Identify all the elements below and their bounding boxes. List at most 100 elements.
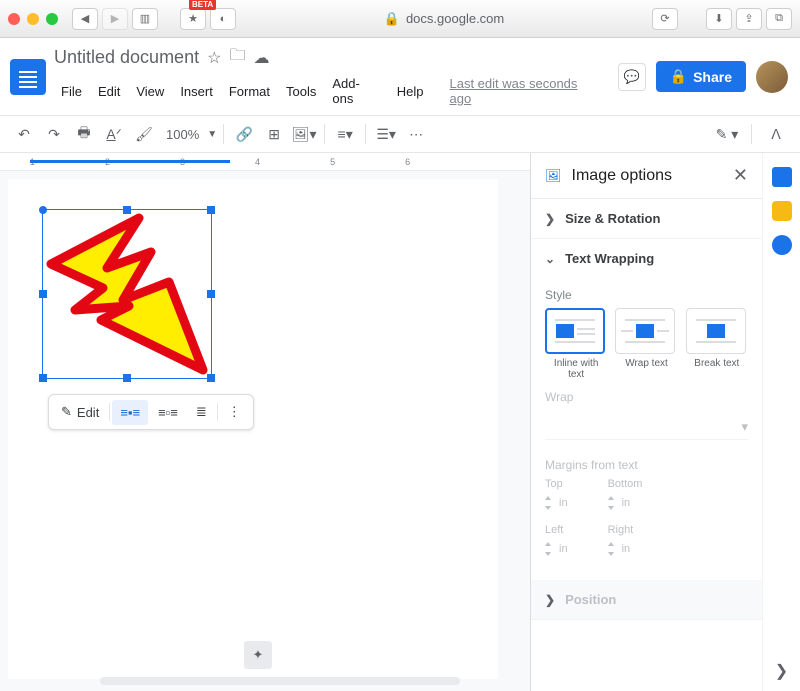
text-wrapping-section[interactable]: ⌄Text Wrapping <box>531 239 762 278</box>
selected-image[interactable] <box>42 209 212 379</box>
style-inline-option[interactable]: Inline with text <box>545 308 607 380</box>
horizontal-ruler[interactable]: 1 2 3 4 5 6 <box>0 153 530 171</box>
lightning-bolt-icon <box>43 210 213 380</box>
star-icon[interactable]: ☆ <box>207 48 221 68</box>
margin-left-label: Left <box>545 524 568 536</box>
lock-icon: 🔒 <box>384 11 400 27</box>
calendar-addon-icon[interactable] <box>772 167 792 187</box>
margin-top-label: Top <box>545 478 568 490</box>
menu-help[interactable]: Help <box>390 81 431 102</box>
redo-button[interactable]: ↷ <box>40 121 68 147</box>
wrap-dropdown: ▾ <box>545 410 748 440</box>
resize-handle[interactable] <box>207 290 215 298</box>
back-button[interactable]: ◀ <box>72 8 98 30</box>
tasks-addon-icon[interactable] <box>772 235 792 255</box>
margin-left-input: in <box>545 542 568 556</box>
account-avatar[interactable] <box>756 61 788 93</box>
menu-view[interactable]: View <box>129 81 171 102</box>
tabs-button[interactable]: ⧉ <box>766 8 792 30</box>
hide-menus-button[interactable]: ᐱ <box>762 121 790 147</box>
sidebar-toggle-button[interactable]: ▥ <box>132 8 158 30</box>
margin-right-label: Right <box>608 524 634 536</box>
menu-tools[interactable]: Tools <box>279 81 323 102</box>
browser-chrome: ◀ ▶ ▥ ★BETA ◐ 🔒 docs.google.com ⟳ ⬇ ⇪ ⧉ <box>0 0 800 38</box>
edit-image-button[interactable]: ✎Edit <box>53 399 107 425</box>
margin-right-input: in <box>608 542 634 556</box>
maximize-window-icon[interactable] <box>46 13 58 25</box>
inline-wrap-button[interactable]: ≡▪≡ <box>112 400 148 425</box>
extension-button[interactable]: ★BETA <box>180 8 206 30</box>
margin-bottom-input: in <box>608 496 643 510</box>
more-button[interactable]: ⋯ <box>402 121 430 147</box>
comments-button[interactable]: 💬 <box>618 63 646 91</box>
size-rotation-section[interactable]: ❯Size & Rotation <box>531 199 762 239</box>
style-label: Style <box>545 288 748 302</box>
horizontal-scrollbar[interactable] <box>100 677 460 685</box>
docs-header: Untitled document ☆ 🗀 ☁ File Edit View I… <box>0 38 800 109</box>
share-label: Share <box>693 69 732 85</box>
resize-handle[interactable] <box>123 374 131 382</box>
move-icon[interactable]: 🗀 <box>229 44 245 71</box>
main-area: 1 2 3 4 5 6 ✎Edit <box>0 153 800 691</box>
style-wrap-option[interactable]: Wrap text <box>615 308 677 380</box>
resize-handle[interactable] <box>123 206 131 214</box>
resize-handle[interactable] <box>39 206 47 214</box>
margin-top-input: in <box>545 496 568 510</box>
keep-addon-icon[interactable] <box>772 201 792 221</box>
line-spacing-button[interactable]: ☰▾ <box>372 121 400 147</box>
reader-button[interactable]: ◐ <box>210 8 236 30</box>
menu-insert[interactable]: Insert <box>173 81 220 102</box>
paint-format-button[interactable]: 🖌 <box>130 121 158 147</box>
pencil-icon: ✎ <box>61 404 72 420</box>
last-edit-link[interactable]: Last edit was seconds ago <box>443 73 610 109</box>
align-button[interactable]: ≡▾ <box>331 121 359 147</box>
comment-add-button[interactable]: ⊞ <box>260 121 288 147</box>
document-pane[interactable]: 1 2 3 4 5 6 ✎Edit <box>0 153 530 691</box>
toolbar: ↶ ↷ 🖶 Aᐟ 🖌 100%▼ 🔗 ⊞ 🖼▾ ≡▾ ☰▾ ⋯ ✎ ▾ ᐱ <box>0 115 800 153</box>
menu-format[interactable]: Format <box>222 81 277 102</box>
resize-handle[interactable] <box>207 374 215 382</box>
address-bar[interactable]: 🔒 docs.google.com <box>248 11 640 27</box>
position-section: ❯Position <box>531 580 762 620</box>
url-text: docs.google.com <box>406 11 504 26</box>
style-break-option[interactable]: Break text <box>686 308 748 380</box>
docs-logo-icon[interactable] <box>10 59 46 95</box>
image-options-sidebar: 🖼 Image options ✕ ❯Size & Rotation ⌄Text… <box>530 153 762 691</box>
resize-handle[interactable] <box>39 290 47 298</box>
menu-bar: File Edit View Insert Format Tools Add-o… <box>54 73 610 109</box>
resize-handle[interactable] <box>207 206 215 214</box>
share-button[interactable]: 🔒 Share <box>656 61 746 92</box>
forward-button[interactable]: ▶ <box>102 8 128 30</box>
chevron-right-icon: ❯ <box>545 212 555 226</box>
document-page[interactable]: ✎Edit ≡▪≡ ≡▫≡ ≣ ⋮ <box>8 179 498 679</box>
image-icon: 🖼 <box>545 168 562 184</box>
collapse-rail-button[interactable]: ❯ <box>765 651 798 691</box>
menu-file[interactable]: File <box>54 81 89 102</box>
undo-button[interactable]: ↶ <box>10 121 38 147</box>
zoom-selector[interactable]: 100% <box>160 127 205 142</box>
break-text-button[interactable]: ≣ <box>188 399 215 425</box>
wrap-label: Wrap <box>545 390 748 404</box>
editing-mode-button[interactable]: ✎ ▾ <box>713 121 741 147</box>
close-window-icon[interactable] <box>8 13 20 25</box>
menu-edit[interactable]: Edit <box>91 81 127 102</box>
image-more-button[interactable]: ⋮ <box>220 399 249 425</box>
chevron-down-icon: ⌄ <box>545 252 555 266</box>
image-button[interactable]: 🖼▾ <box>290 121 318 147</box>
document-title[interactable]: Untitled document <box>54 47 199 68</box>
reload-button[interactable]: ⟳ <box>652 8 678 30</box>
share-os-button[interactable]: ⇪ <box>736 8 762 30</box>
explore-button[interactable]: ✦ <box>244 641 272 669</box>
downloads-button[interactable]: ⬇ <box>706 8 732 30</box>
link-button[interactable]: 🔗 <box>230 121 258 147</box>
print-button[interactable]: 🖶 <box>70 121 98 147</box>
minimize-window-icon[interactable] <box>27 13 39 25</box>
cloud-status-icon[interactable]: ☁ <box>253 48 269 68</box>
close-sidebar-button[interactable]: ✕ <box>733 165 748 186</box>
wrap-text-button[interactable]: ≡▫≡ <box>150 400 186 425</box>
stepper-icon <box>608 542 616 556</box>
menu-addons[interactable]: Add-ons <box>325 73 387 109</box>
spellcheck-button[interactable]: Aᐟ <box>100 121 128 147</box>
resize-handle[interactable] <box>39 374 47 382</box>
chevron-right-icon: ❯ <box>545 593 555 607</box>
